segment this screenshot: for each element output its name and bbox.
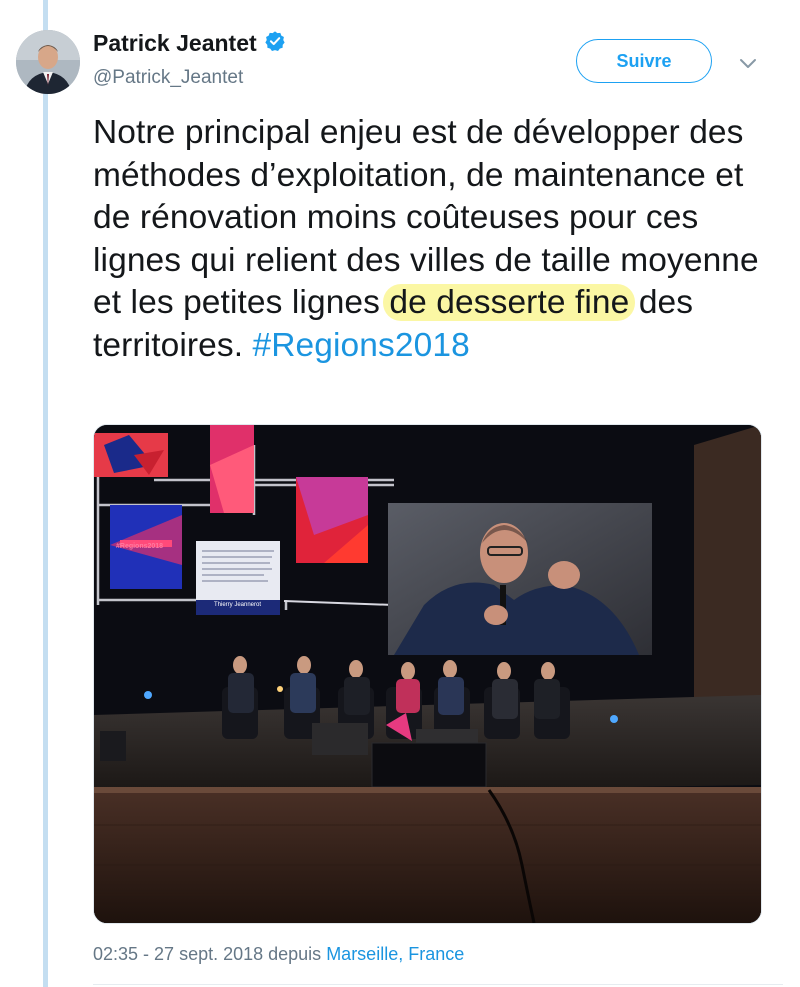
tweet-time-date[interactable]: 02:35 - 27 sept. 2018 depuis [93, 944, 326, 964]
hashtag-link[interactable]: #Regions2018 [253, 327, 470, 364]
highlighted-text: de desserte fine [383, 284, 636, 322]
photo-banner-text: #Regions2018 [116, 543, 164, 550]
chevron-down-icon[interactable] [737, 52, 759, 74]
tweet-location-link[interactable]: Marseille, France [326, 944, 464, 964]
photo-card-caption: Thierry Jeannerot [214, 602, 262, 608]
divider [93, 984, 783, 985]
avatar[interactable] [16, 30, 80, 94]
tweet-timestamp: 02:35 - 27 sept. 2018 depuis Marseille, … [93, 944, 464, 965]
author-name[interactable]: Patrick Jeantet [93, 30, 257, 57]
tweet-text: Notre principal enjeu est de développer … [93, 112, 773, 368]
thread-line [43, 0, 48, 987]
tweet-photo[interactable]: #Regions2018 Thierry Jeannerot [93, 424, 762, 924]
follow-button[interactable]: Suivre [576, 39, 712, 83]
author-name-row[interactable]: Patrick Jeantet [93, 30, 286, 57]
author-handle[interactable]: @Patrick_Jeantet [93, 67, 243, 89]
verified-badge-icon [264, 30, 286, 57]
